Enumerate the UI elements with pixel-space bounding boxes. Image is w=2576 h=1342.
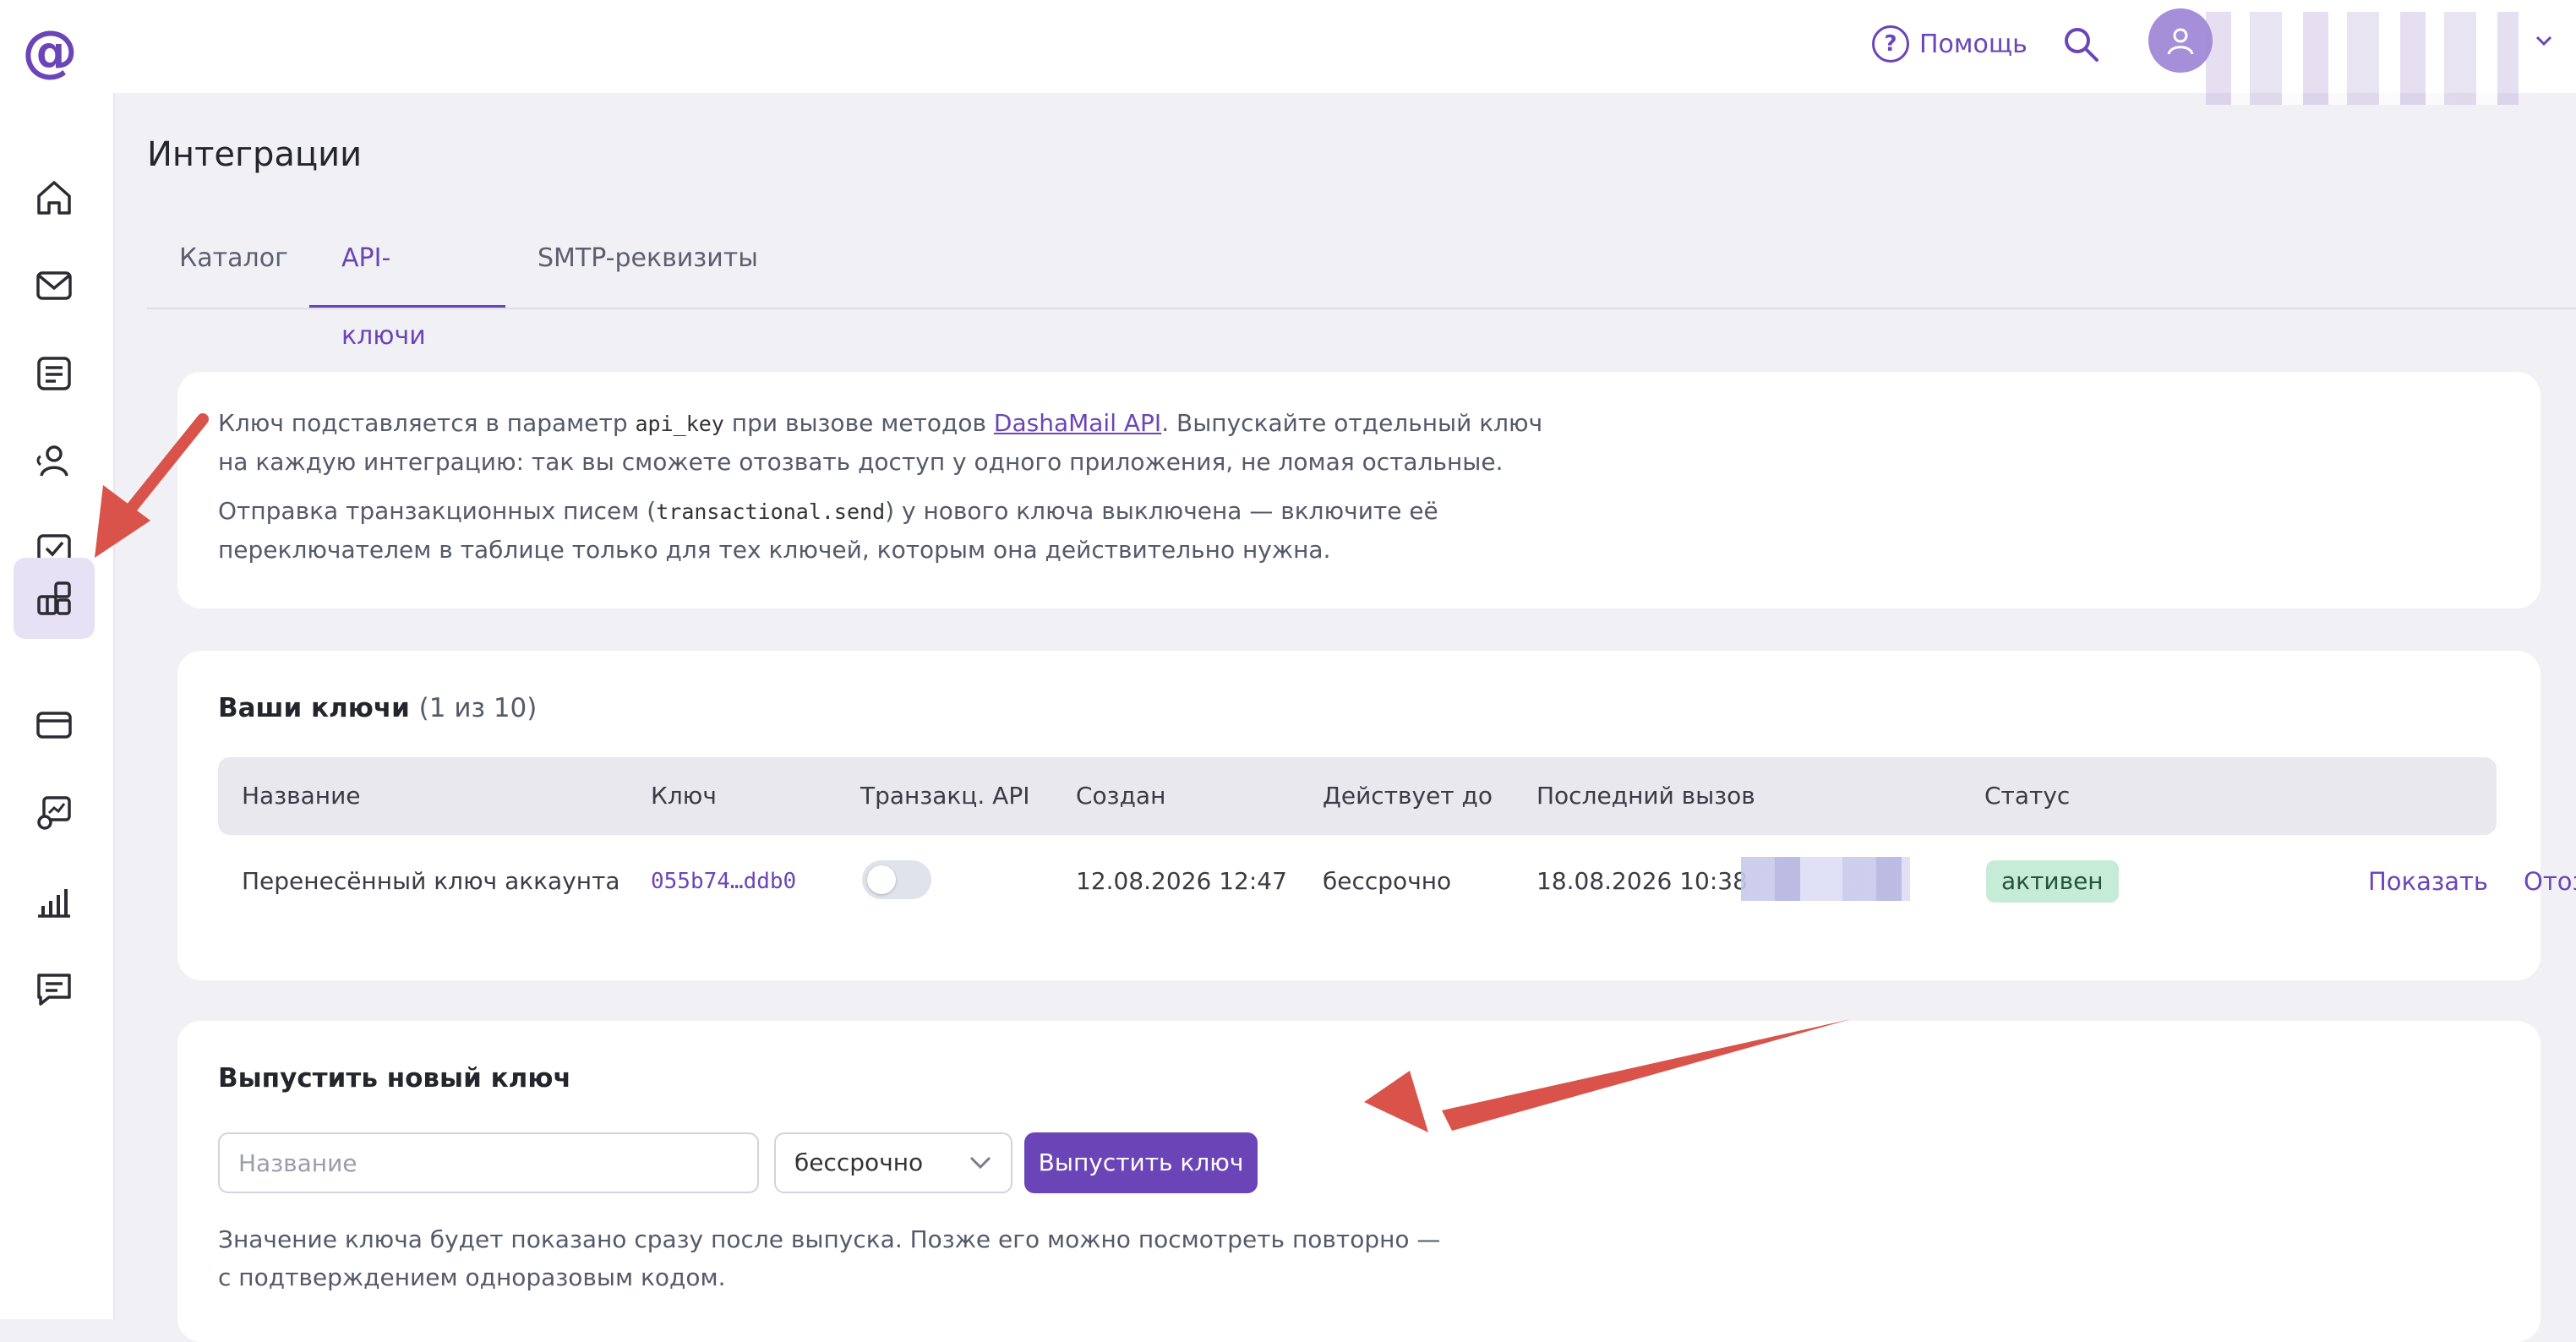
table-row: Перенесённый ключ аккаунта 055b74…ddb0 1…	[218, 835, 2576, 928]
nav-home[interactable]	[14, 157, 95, 238]
chevron-down-icon	[969, 1156, 991, 1170]
integrations-icon	[37, 581, 71, 615]
help-icon: ?	[1872, 25, 1909, 63]
contacts-icon	[36, 445, 68, 477]
help-label: Помощь	[1919, 29, 2028, 59]
col-status: Статус	[1984, 782, 2071, 810]
keys-title-text: Ваши ключи	[218, 693, 410, 723]
sidebar	[0, 93, 115, 1319]
info-paragraph-api-key: Ключ подставляется в параметр api_key пр…	[218, 404, 1570, 481]
nav-documents[interactable]	[14, 333, 95, 414]
col-key: Ключ	[651, 782, 717, 810]
validity-selected-value: бессрочно	[794, 1148, 924, 1176]
col-name: Название	[242, 782, 361, 810]
info-paragraph-transactional: Отправка транзакционных писем (transacti…	[218, 492, 1570, 569]
new-key-title: Выпустить новый ключ	[218, 1063, 571, 1094]
top-bar: @ ? Помощь	[0, 0, 2576, 105]
logo[interactable]: @	[20, 22, 79, 81]
key-name-input[interactable]	[218, 1132, 759, 1193]
nav-billing[interactable]	[14, 685, 95, 766]
tab-bar: Каталог API-ключи SMTP-реквизиты	[147, 220, 2576, 351]
col-valid-until: Действует до	[1323, 782, 1493, 810]
nav-stats[interactable]	[14, 860, 95, 941]
nav-chat[interactable]	[14, 948, 95, 1029]
mail-icon	[36, 271, 72, 300]
key-value[interactable]: 055b74…ddb0	[651, 835, 796, 928]
tab-catalog[interactable]: Каталог	[147, 220, 320, 308]
col-created: Создан	[1076, 782, 1166, 810]
page-title: Интеграции	[147, 135, 363, 174]
key-name: Перенесённый ключ аккаунта	[242, 867, 620, 895]
search-icon[interactable]	[2062, 25, 2101, 64]
col-last-call: Последний вызов	[1536, 782, 1755, 810]
tab-api-keys[interactable]: API-ключи	[309, 220, 505, 351]
stats-bars-icon	[38, 889, 70, 918]
key-last-call: 18.08.2026 10:38	[1536, 867, 1748, 895]
nav-contacts[interactable]	[14, 421, 95, 502]
keys-card: Ваши ключи (1 из 10) Название Ключ Транз…	[177, 651, 2576, 980]
new-key-hint: Значение ключа будет показано сразу посл…	[218, 1225, 1441, 1291]
dashamail-api-link[interactable]: DashaMail API	[994, 409, 1161, 437]
help-link[interactable]: ? Помощь	[1872, 20, 2028, 68]
keys-title: Ваши ключи (1 из 10)	[218, 693, 537, 723]
col-transactional: Транзакц. API	[860, 782, 1030, 810]
key-created: 12.08.2026 12:47	[1076, 867, 1287, 895]
nav-settings[interactable]	[14, 772, 95, 854]
billing-card-icon	[36, 712, 72, 739]
account-name-redacted	[2206, 12, 2519, 105]
issue-key-button[interactable]: Выпустить ключ	[1024, 1132, 1258, 1193]
keys-count: (1 из 10)	[418, 693, 538, 723]
transactional-toggle[interactable]	[862, 860, 931, 899]
chat-icon	[37, 974, 71, 1006]
code-transactional-send: transactional.send	[656, 499, 886, 524]
revoke-key-button[interactable]: Отозвать	[2524, 835, 2576, 928]
keys-table-header: Название Ключ Транзакц. API Создан Дейст…	[218, 757, 2497, 835]
validity-select[interactable]: бессрочно	[774, 1132, 1012, 1193]
avatar[interactable]	[2148, 8, 2213, 73]
info-text-part: при вызове методов	[723, 409, 994, 437]
key-valid-until: бессрочно	[1323, 867, 1452, 895]
document-icon	[37, 357, 71, 390]
settings-chart-icon	[37, 796, 71, 830]
chevron-down-icon[interactable]	[2534, 30, 2554, 51]
user-icon	[2167, 28, 2194, 55]
status-badge: активен	[1986, 860, 2119, 903]
new-key-card: Выпустить новый ключ бессрочно Выпустить…	[177, 1021, 2541, 1342]
last-call-ip-redacted	[1741, 857, 1910, 901]
nav-mail[interactable]	[14, 245, 95, 326]
code-api-key: api_key	[635, 412, 724, 436]
tab-smtp[interactable]: SMTP-реквизиты	[505, 220, 790, 308]
home-icon	[37, 181, 71, 215]
show-key-button[interactable]: Показать	[2368, 835, 2488, 928]
info-text-part: Отправка транзакционных писем (	[218, 497, 657, 525]
info-text-part: Ключ подставляется в параметр	[218, 409, 636, 437]
nav-integrations[interactable]	[14, 558, 95, 639]
info-card: Ключ подставляется в параметр api_key пр…	[177, 372, 2541, 608]
